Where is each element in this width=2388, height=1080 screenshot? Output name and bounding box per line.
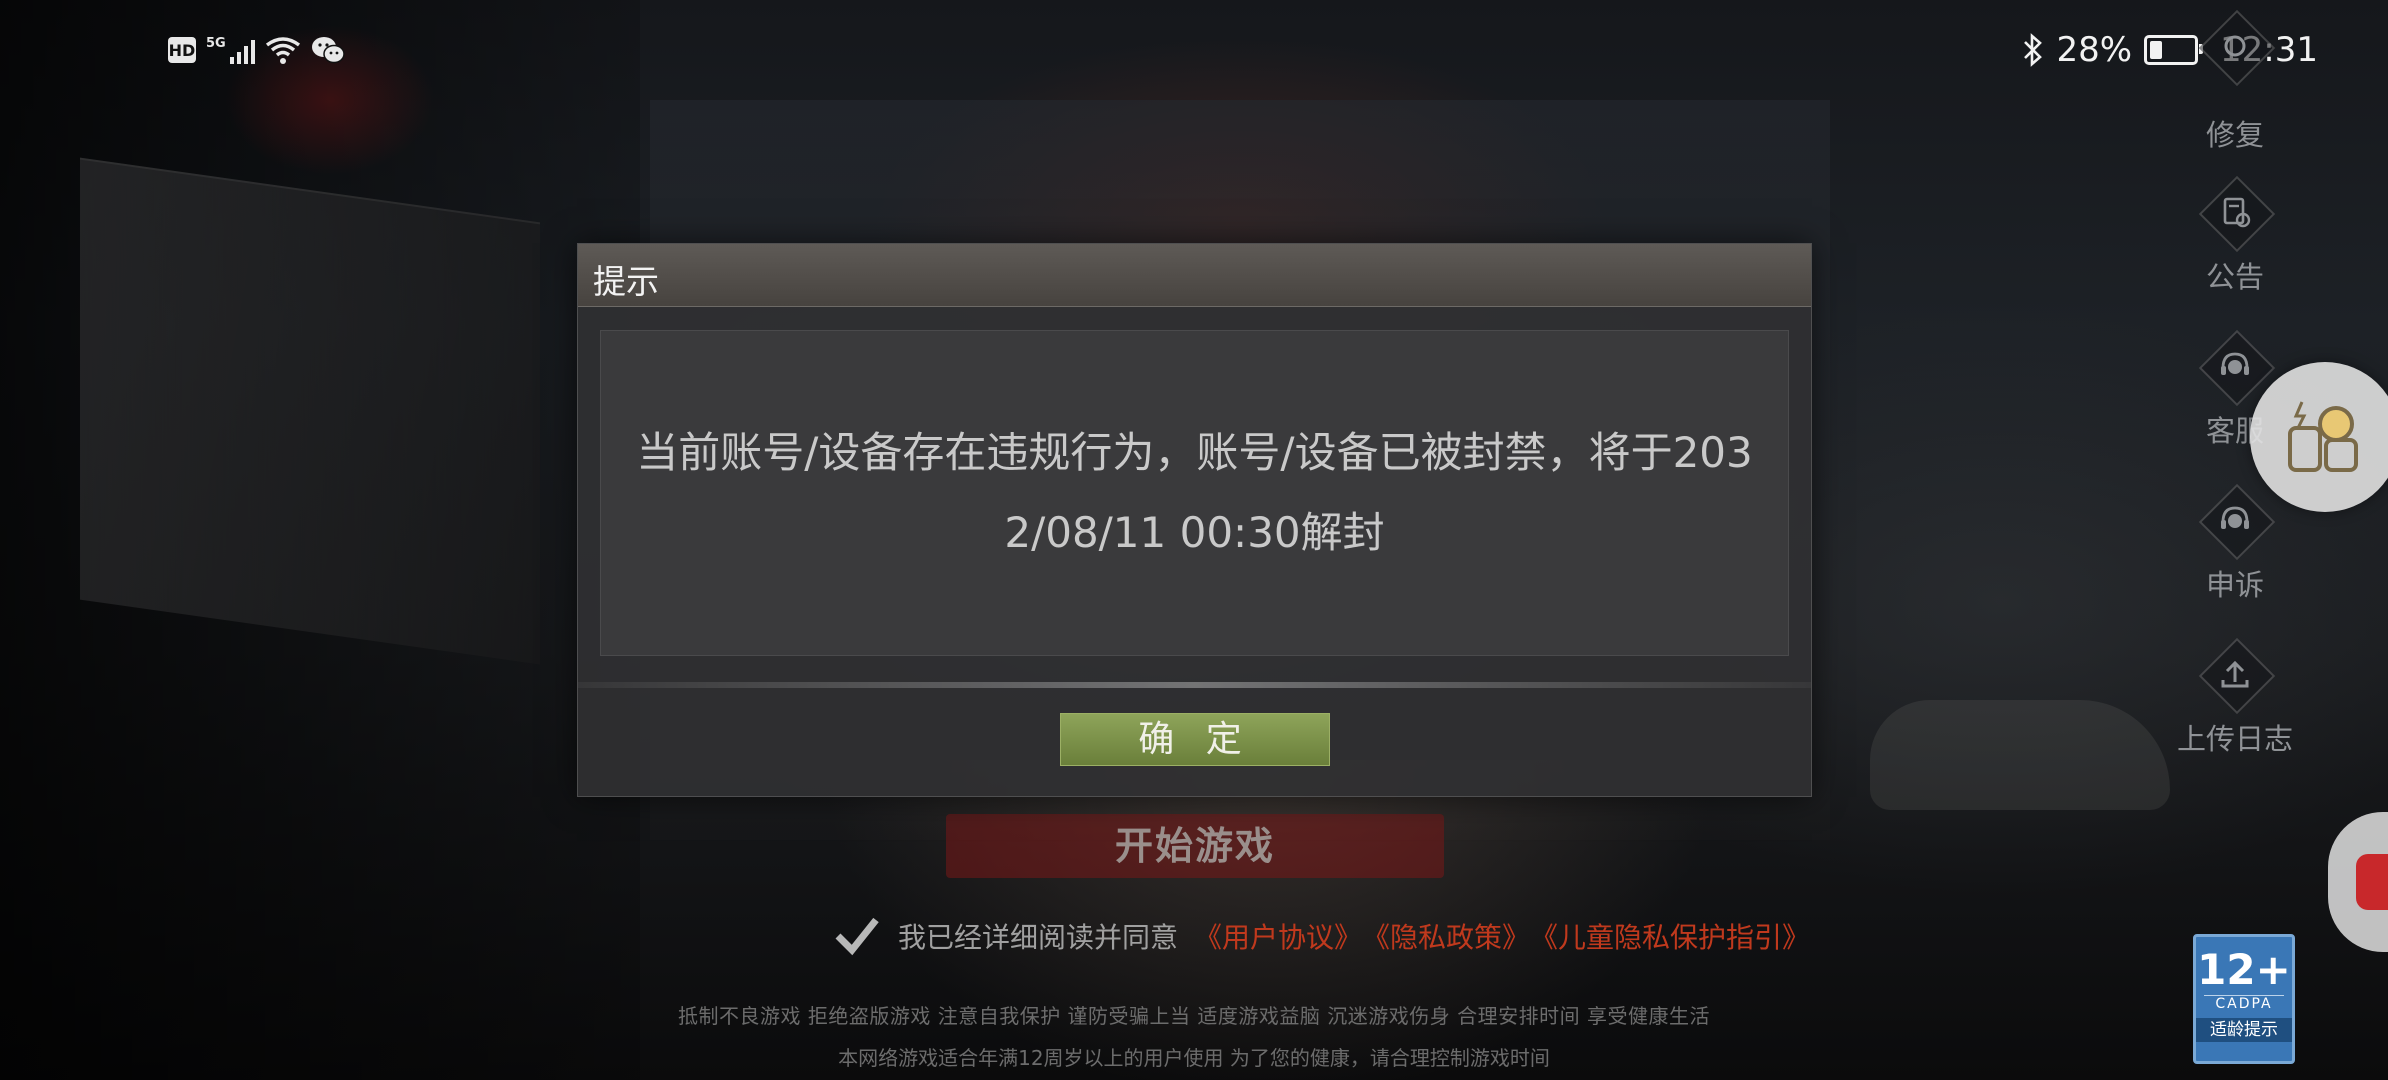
- checkmark-icon: [835, 917, 879, 956]
- privacy-policy-link[interactable]: 《隐私政策》: [1362, 916, 1530, 956]
- agree-checkbox[interactable]: [830, 910, 882, 962]
- bluetooth-icon: [2024, 33, 2043, 67]
- background-car: [1870, 700, 2170, 810]
- wechat-icon: [311, 37, 345, 64]
- wifi-icon: [265, 37, 300, 64]
- agreement-row: 我已经详细阅读并同意 《用户协议》 《隐私政策》 《儿童隐私保护指引》: [830, 908, 1810, 964]
- floating-assistant-button[interactable]: [2250, 362, 2388, 512]
- side-label-repair: 修复: [2205, 118, 2264, 152]
- side-item-repair[interactable]: 修复: [2160, 10, 2310, 154]
- record-icon: [2356, 854, 2388, 910]
- agree-text: 我已经详细阅读并同意: [898, 921, 1179, 954]
- health-notice: 抵制不良游戏 拒绝盗版游戏 注意自我保护 谨防受骗上当 适度游戏益脑 沉迷游戏伤…: [677, 1004, 1710, 1028]
- announcement-icon: [2199, 176, 2271, 248]
- dialog-message: 当前账号/设备存在违规行为，账号/设备已被封禁，将于203 2/08/11 00…: [601, 413, 1788, 573]
- side-label-announcement: 公告: [2205, 260, 2264, 294]
- assistant-icon: [2288, 401, 2358, 472]
- age-notice: 本网络游戏适合年满12周岁以上的用户使用 为了您的健康，请合理控制游戏时间: [838, 1046, 1550, 1070]
- ban-notice-dialog: 提示 当前账号/设备存在违规行为，账号/设备已被封禁，将于203 2/08/11…: [577, 243, 1812, 797]
- start-game-button[interactable]: 开始游戏: [946, 814, 1444, 878]
- background-train: [80, 157, 540, 665]
- repair-gear-icon: [2199, 10, 2271, 82]
- side-label-upload-log: 上传日志: [2176, 722, 2293, 756]
- agreement-links: 《用户协议》 《隐私政策》 《儿童隐私保护指引》: [1194, 916, 1810, 956]
- hd-icon: HD: [168, 37, 196, 63]
- upload-log-icon: [2199, 638, 2271, 710]
- dialog-message-line-2: 2/08/11 00:30解封: [1004, 508, 1385, 557]
- customer-service-icon: [2199, 330, 2271, 402]
- dialog-message-line-1: 当前账号/设备存在违规行为，账号/设备已被封禁，将于203: [636, 428, 1753, 477]
- confirm-button[interactable]: 确 定: [1060, 713, 1330, 766]
- signal-5g-icon: 5G: [206, 36, 255, 64]
- status-bar-left: HD 5G: [168, 28, 345, 72]
- appeal-headset-icon: [2199, 484, 2271, 556]
- dialog-divider: [578, 682, 1811, 688]
- side-item-upload-log[interactable]: 上传日志: [2160, 638, 2310, 758]
- battery-percent: 28%: [2056, 30, 2133, 70]
- side-item-announcement[interactable]: 公告: [2160, 176, 2310, 296]
- user-agreement-link[interactable]: 《用户协议》: [1194, 916, 1362, 956]
- age-rating-number: 12+: [2197, 945, 2291, 994]
- child-privacy-link[interactable]: 《儿童隐私保护指引》: [1530, 916, 1810, 956]
- side-label-appeal: 申诉: [2205, 568, 2264, 602]
- dialog-title-bar: 提示: [578, 244, 1811, 307]
- dialog-body: 当前账号/设备存在违规行为，账号/设备已被封禁，将于203 2/08/11 00…: [600, 330, 1789, 656]
- dialog-title: 提示: [593, 262, 659, 301]
